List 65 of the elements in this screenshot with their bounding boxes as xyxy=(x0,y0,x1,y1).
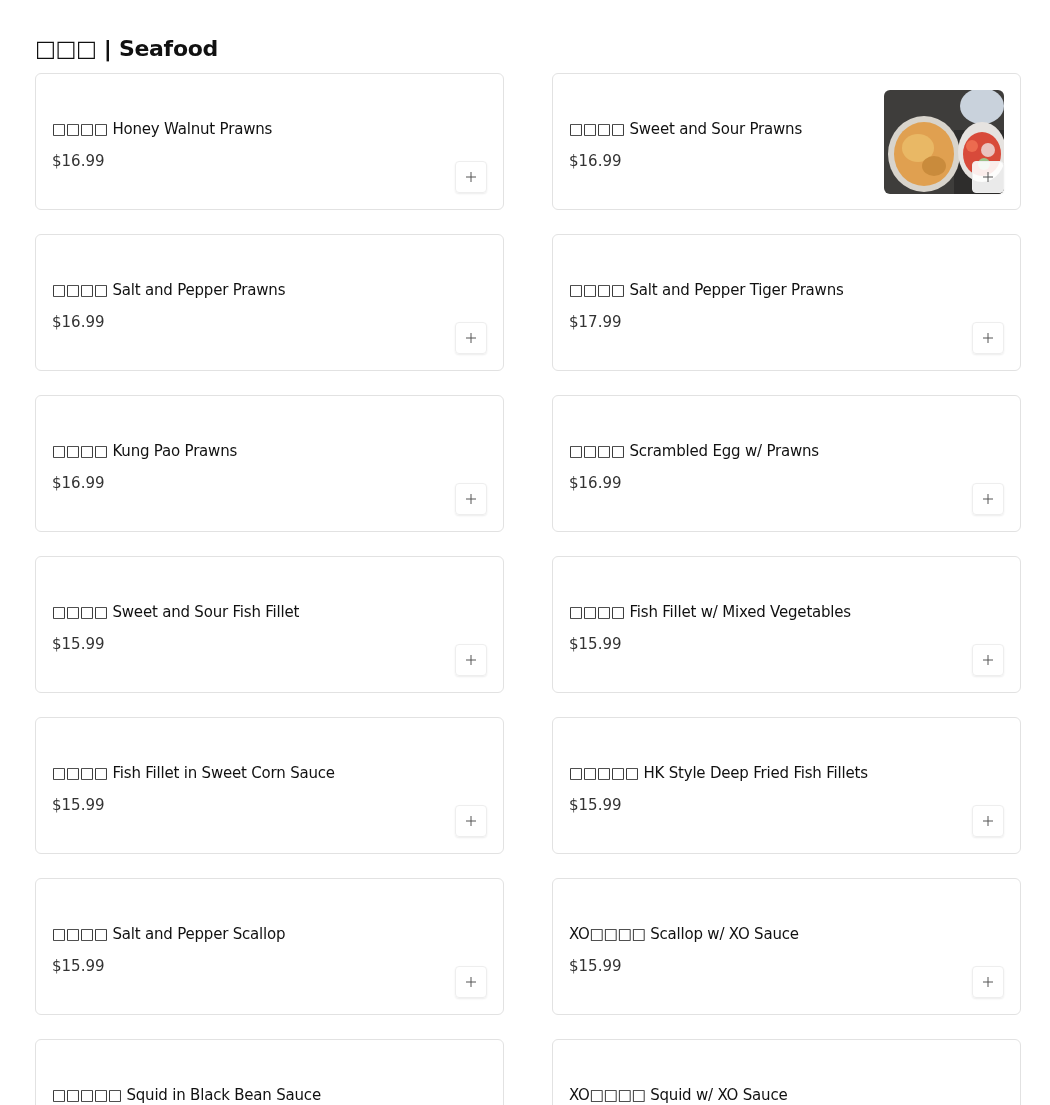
item-name: □□□□□ Squid in Black Bean Sauce xyxy=(52,1087,322,1104)
item-price: $15.99 xyxy=(52,957,106,975)
plus-icon xyxy=(983,172,993,182)
item-name: □□□□ Sweet and Sour Fish Fillet xyxy=(52,604,301,621)
plus-icon xyxy=(466,655,476,665)
plus-icon xyxy=(983,333,993,343)
item-name: □□□□ Honey Walnut Prawns xyxy=(52,121,274,138)
add-button[interactable] xyxy=(972,966,1004,998)
menu-item-card[interactable]: □□□□□ Squid in Black Bean Sauce xyxy=(35,1039,504,1105)
item-name: □□□□ Salt and Pepper Tiger Prawns xyxy=(569,282,845,299)
add-button[interactable] xyxy=(972,161,1004,193)
add-button[interactable] xyxy=(455,161,487,193)
add-button[interactable] xyxy=(455,966,487,998)
item-name: □□□□ Scrambled Egg w/ Prawns xyxy=(569,443,820,460)
item-name: □□□□ Kung Pao Prawns xyxy=(52,443,239,460)
item-price: $16.99 xyxy=(52,152,106,170)
item-name: □□□□ Salt and Pepper Scallop xyxy=(52,926,287,943)
item-price: $15.99 xyxy=(52,796,106,814)
item-name: XO□□□□ Squid w/ XO Sauce xyxy=(569,1087,789,1104)
item-price: $17.99 xyxy=(569,313,623,331)
item-name: □□□□□ HK Style Deep Fried Fish Fillets xyxy=(569,765,869,782)
plus-icon xyxy=(466,172,476,182)
item-name: □□□□ Fish Fillet w/ Mixed Vegetables xyxy=(569,604,852,621)
menu-item-card[interactable]: XO□□□□ Squid w/ XO Sauce xyxy=(552,1039,1021,1105)
menu-item-card[interactable]: □□□□ Salt and Pepper Prawns $16.99 xyxy=(35,234,504,371)
menu-item-card[interactable]: □□□□ Salt and Pepper Scallop $15.99 xyxy=(35,878,504,1015)
menu-item-card[interactable]: □□□□ Scrambled Egg w/ Prawns $16.99 xyxy=(552,395,1021,532)
plus-icon xyxy=(983,816,993,826)
add-button[interactable] xyxy=(455,483,487,515)
section-title: □□□ | Seafood xyxy=(35,36,219,61)
item-name: □□□□ Sweet and Sour Prawns xyxy=(569,121,803,138)
add-button[interactable] xyxy=(972,483,1004,515)
item-price: $15.99 xyxy=(569,796,623,814)
item-price: $15.99 xyxy=(569,635,623,653)
plus-icon xyxy=(983,655,993,665)
item-price: $16.99 xyxy=(52,313,106,331)
item-price: $16.99 xyxy=(52,474,106,492)
add-button[interactable] xyxy=(972,322,1004,354)
item-name: □□□□ Salt and Pepper Prawns xyxy=(52,282,287,299)
add-button[interactable] xyxy=(455,805,487,837)
menu-item-card[interactable]: □□□□□ HK Style Deep Fried Fish Fillets $15.99 xyxy=(552,717,1021,854)
menu-item-card[interactable]: □□□□ Kung Pao Prawns $16.99 xyxy=(35,395,504,532)
plus-icon xyxy=(466,494,476,504)
plus-icon xyxy=(466,816,476,826)
plus-icon xyxy=(466,977,476,987)
plus-icon xyxy=(983,494,993,504)
plus-icon xyxy=(466,333,476,343)
add-button[interactable] xyxy=(455,644,487,676)
menu-item-card[interactable]: □□□□ Sweet and Sour Fish Fillet $15.99 xyxy=(35,556,504,693)
menu-item-card[interactable]: □□□□ Honey Walnut Prawns $16.99 xyxy=(35,73,504,210)
menu-item-card[interactable]: □□□□ Fish Fillet in Sweet Corn Sauce $15.99 xyxy=(35,717,504,854)
menu-item-card[interactable]: □□□□ Salt and Pepper Tiger Prawns $17.99 xyxy=(552,234,1021,371)
plus-icon xyxy=(983,977,993,987)
item-price: $15.99 xyxy=(52,635,106,653)
item-price: $16.99 xyxy=(569,474,623,492)
item-price: $16.99 xyxy=(569,152,623,170)
item-name: XO□□□□ Scallop w/ XO Sauce xyxy=(569,926,800,943)
menu-item-card[interactable]: □□□□ Sweet and Sour Prawns $16.99 xyxy=(552,73,1021,210)
item-price: $15.99 xyxy=(569,957,623,975)
menu-item-card[interactable]: XO□□□□ Scallop w/ XO Sauce $15.99 xyxy=(552,878,1021,1015)
add-button[interactable] xyxy=(455,322,487,354)
menu-item-card[interactable]: □□□□ Fish Fillet w/ Mixed Vegetables $15.99 xyxy=(552,556,1021,693)
add-button[interactable] xyxy=(972,805,1004,837)
add-button[interactable] xyxy=(972,644,1004,676)
item-name: □□□□ Fish Fillet in Sweet Corn Sauce xyxy=(52,765,336,782)
